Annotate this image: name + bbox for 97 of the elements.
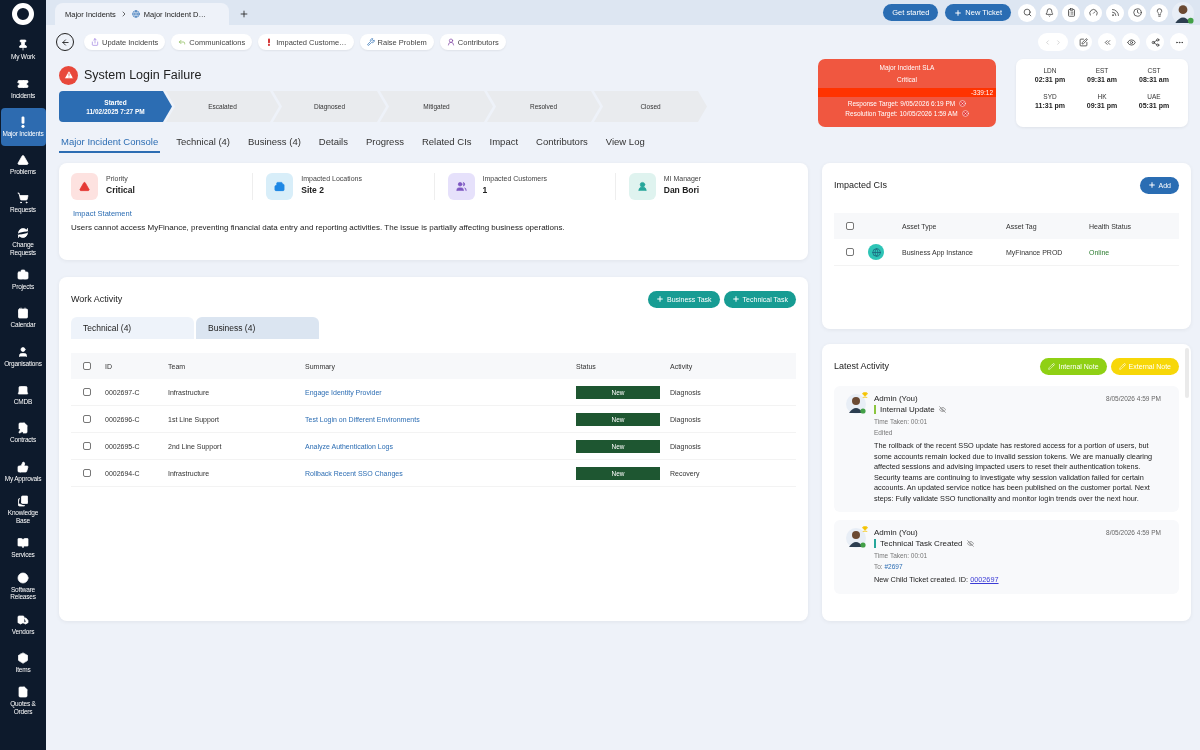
forward-arrow-icon — [91, 38, 99, 46]
search-icon — [1022, 8, 1032, 17]
reply-icon — [178, 38, 187, 46]
tab[interactable]: Related CIs — [419, 136, 474, 153]
clipboard-button[interactable] — [1062, 3, 1080, 22]
tab[interactable]: Contributors — [534, 136, 590, 153]
entry-type: Internal Update — [880, 405, 935, 414]
eye-button[interactable] — [1122, 33, 1140, 51]
plus-icon — [731, 295, 740, 303]
plus-icon — [655, 295, 664, 303]
new-tab-icon[interactable] — [239, 9, 249, 19]
share-icon — [1150, 37, 1160, 47]
row-checkbox[interactable] — [846, 248, 854, 256]
author-avatar — [846, 528, 866, 549]
open-book-icon — [17, 537, 29, 550]
author-name: Admin (You) — [874, 528, 918, 538]
person-icon — [628, 173, 656, 200]
row-checkbox[interactable] — [83, 469, 91, 477]
eye-off-icon — [938, 406, 946, 413]
tab[interactable]: Major Incident Console — [59, 136, 161, 153]
rss-button[interactable] — [1106, 3, 1124, 22]
tab[interactable]: Progress — [363, 136, 406, 153]
warning-icon — [17, 154, 29, 167]
ticket-icon — [17, 77, 29, 90]
document-icon — [17, 686, 29, 699]
row-checkbox[interactable] — [83, 442, 91, 450]
alert-icon — [59, 65, 78, 85]
stat-value: Dan Bori — [663, 185, 701, 195]
tab[interactable]: Technical (4) — [174, 136, 233, 153]
breach-icon — [959, 100, 967, 107]
row-checkbox[interactable] — [83, 415, 91, 423]
tab[interactable]: View Log — [603, 136, 647, 153]
select-all-checkbox[interactable] — [83, 362, 91, 370]
row-checkbox[interactable] — [83, 388, 91, 396]
thumbs-up-icon — [17, 460, 29, 473]
edit-button[interactable] — [1074, 33, 1092, 51]
calendar-icon — [17, 307, 29, 320]
rss-icon — [1110, 8, 1120, 17]
eye-icon — [1126, 37, 1136, 47]
globe-icon — [131, 10, 140, 18]
books-icon — [17, 494, 29, 507]
edit-icon — [1078, 37, 1088, 47]
card-title: Work Activity — [71, 294, 123, 304]
gauge-icon — [1088, 8, 1098, 17]
box-icon — [17, 652, 29, 664]
back-arrow-icon — [60, 37, 70, 47]
gauge-button[interactable] — [1084, 3, 1102, 22]
wrench-icon — [366, 38, 375, 46]
person-icon — [446, 38, 455, 46]
lightbulb-button[interactable] — [1150, 3, 1168, 22]
trophy-icon — [862, 392, 868, 398]
laptop-icon — [17, 383, 29, 396]
stat-value: Critical — [106, 185, 135, 195]
card-title: Impacted CIs — [834, 180, 888, 190]
stat-value: 1 — [482, 185, 489, 195]
briefcase-icon — [17, 269, 29, 282]
app-logo[interactable] — [12, 3, 34, 25]
share-button[interactable] — [1146, 33, 1164, 51]
disc-icon — [17, 571, 29, 584]
tab[interactable]: Details — [316, 136, 350, 153]
card-title: Latest Activity — [834, 361, 890, 371]
eye-off-icon — [966, 540, 974, 548]
incident-title: System Login Failure — [84, 68, 202, 82]
plus-icon — [954, 8, 963, 17]
warning-icon — [71, 173, 98, 200]
impact-statement: Users cannot access MyFinance, preventing financial data entry and reporting activities. The issue is partially affecting business operations. — [71, 223, 566, 232]
sub-tab[interactable]: Business (4) — [196, 317, 319, 339]
group-icon — [447, 173, 475, 200]
select-all-checkbox[interactable] — [846, 222, 854, 230]
tab[interactable]: Business (4) — [246, 136, 303, 153]
clock-icon — [1132, 8, 1142, 17]
building-icon — [266, 173, 294, 200]
bell-icon — [1044, 8, 1054, 17]
author-avatar — [846, 394, 866, 414]
document-edit-icon — [17, 422, 29, 435]
breach-icon — [961, 110, 969, 117]
clipboard-icon — [1066, 8, 1076, 17]
bell-button[interactable] — [1040, 3, 1058, 22]
pin-icon — [17, 39, 29, 52]
sub-tab[interactable]: Technical (4) — [71, 317, 194, 339]
author-name: Admin (You) — [874, 394, 918, 403]
plus-icon — [1147, 181, 1156, 189]
stat-value: Site 2 — [301, 185, 325, 195]
refresh-icon — [17, 226, 29, 239]
truck-icon — [17, 613, 29, 626]
pencil-icon — [1118, 362, 1126, 370]
cart-icon — [17, 192, 29, 205]
clock-button[interactable] — [1128, 3, 1146, 22]
entry-type: Technical Task Created — [880, 539, 963, 549]
collapse-icon — [1102, 37, 1112, 47]
user-icon — [17, 345, 29, 358]
globe-icon — [868, 244, 884, 260]
search-button[interactable] — [1018, 3, 1036, 22]
tab[interactable]: Impact — [487, 136, 521, 153]
lightbulb-icon — [1154, 8, 1164, 17]
pencil-icon — [1048, 362, 1056, 370]
trophy-icon — [862, 526, 868, 533]
